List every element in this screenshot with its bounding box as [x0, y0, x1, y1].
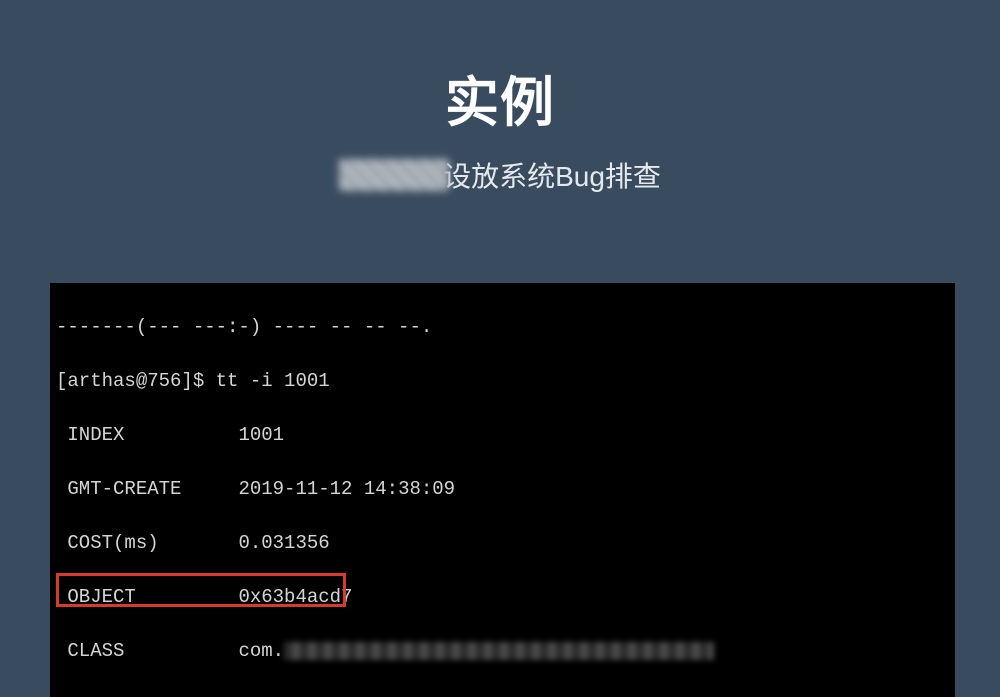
terminal-line-command: [arthas@756]$ tt -i 1001: [56, 368, 949, 395]
value: 0.031356: [238, 532, 329, 554]
label: COST(ms): [56, 532, 238, 554]
label: CLASS: [56, 640, 238, 662]
row-class: CLASS com.: [56, 638, 949, 665]
shell-prompt: [arthas@756]$: [56, 370, 216, 392]
terminal-screenshot: -------(--- ---:-) ---- -- -- --. [artha…: [50, 283, 955, 697]
row-method: METHOD get: [56, 692, 949, 697]
label: OBJECT: [56, 586, 238, 608]
slide: 实例 设放系统Bug排查 -------(--- ---:-) ---- -- …: [0, 0, 1000, 697]
slide-title: 实例: [445, 58, 555, 137]
value: com.: [238, 640, 284, 662]
label: GMT-CREATE: [56, 478, 238, 500]
slide-subtitle: 设放系统Bug排查: [443, 155, 661, 195]
value: 0x63b4acd7: [238, 586, 352, 608]
row-gmt-create: GMT-CREATE 2019-11-12 14:38:09: [56, 476, 949, 503]
redacted-inline: [284, 642, 714, 660]
row-index: INDEX 1001: [56, 422, 949, 449]
label: INDEX: [56, 424, 238, 446]
command-text: tt -i 1001: [216, 370, 330, 392]
value: 2019-11-12 14:38:09: [238, 478, 455, 500]
subtitle-row: 设放系统Bug排查: [339, 155, 661, 195]
terminal-line-truncated: -------(--- ---:-) ---- -- -- --.: [56, 314, 949, 341]
row-cost: COST(ms) 0.031356: [56, 530, 949, 557]
row-object: OBJECT 0x63b4acd7: [56, 584, 949, 611]
redacted-block: [339, 159, 449, 191]
value: 1001: [238, 424, 284, 446]
